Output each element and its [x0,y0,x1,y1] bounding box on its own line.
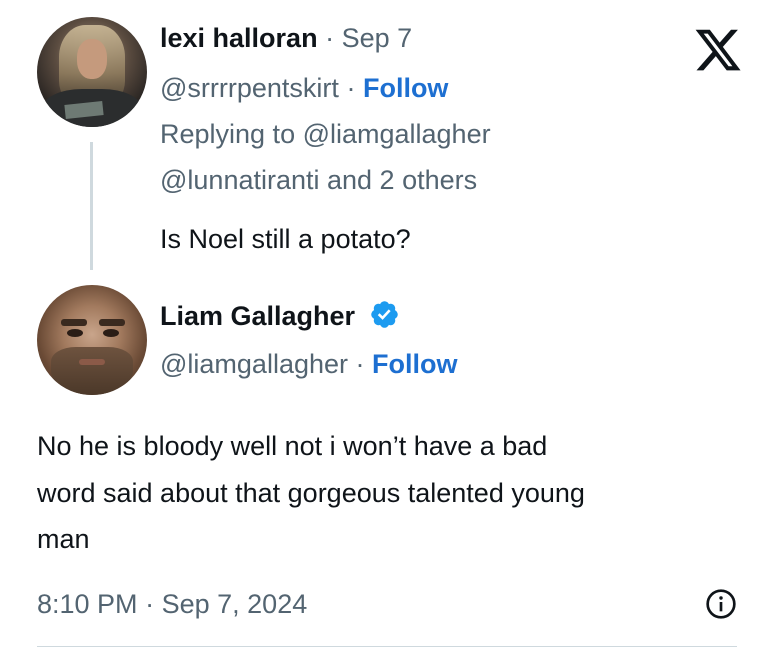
timestamp-separator: · [145,589,155,619]
avatar-face [77,39,107,79]
main-tweet-text-line-1: No he is bloody well not i won’t have a … [37,431,548,461]
reply-author-name[interactable]: lexi halloran [160,23,318,53]
follow-button-liam[interactable]: Follow [372,349,457,379]
replying-to-line-2[interactable]: @lunnatiranti and 2 others [160,164,477,196]
main-tweet-text-line-2: word said about that gorgeous talented y… [37,478,585,508]
tweet-time: 8:10 PM [37,589,138,619]
reply-date[interactable]: Sep 7 [342,23,413,53]
follow-button-lexi[interactable]: Follow [363,73,448,103]
reply-handle-separator: · [346,73,356,103]
main-author-name[interactable]: Liam Gallagher [160,301,355,331]
main-handle[interactable]: @liamgallagher [160,349,348,379]
reply-separator: · [325,23,335,53]
avatar-beard [51,347,133,395]
x-logo-icon[interactable] [690,25,746,75]
avatar-eye-left [67,329,83,337]
verified-badge-icon [370,301,398,329]
timestamp-row[interactable]: 8:10 PM · Sep 7, 2024 [37,588,307,620]
replying-to-line-1[interactable]: Replying to @liamgallagher [160,118,491,150]
thread-connector-line [90,142,93,270]
tweet-date: Sep 7, 2024 [161,589,308,619]
avatar-eye-right [103,329,119,337]
main-handle-separator: · [355,349,365,379]
bottom-divider [37,646,737,647]
avatar-liam-gallagher[interactable] [37,285,147,395]
main-tweet-text-line-3: man [37,524,90,554]
reply-handle[interactable]: @srrrrpentskirt [160,73,339,103]
avatar-lexi-halloran[interactable] [37,17,147,127]
avatar-brow-right [99,319,125,326]
reply-handle-row: @srrrrpentskirt · Follow [160,72,448,104]
avatar-mouth [79,359,105,365]
main-handle-row: @liamgallagher · Follow [160,348,458,380]
reply-tweet-text: Is Noel still a potato? [160,224,411,254]
main-author-row: Liam Gallagher [160,300,400,333]
avatar-brow-left [61,319,87,326]
reply-author-row: lexi halloran · Sep 7 [160,22,412,54]
info-icon[interactable] [705,588,737,620]
